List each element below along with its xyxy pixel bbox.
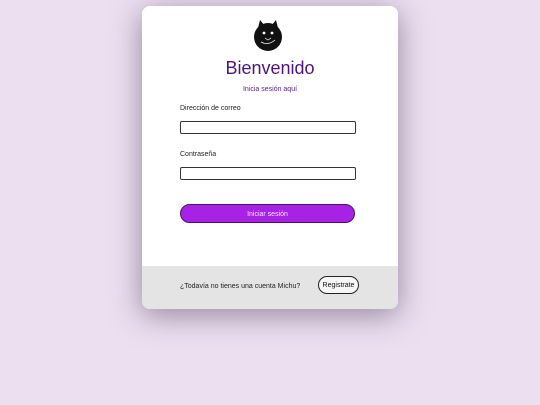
- register-button[interactable]: Registrate: [318, 276, 359, 294]
- email-label: Dirección de correo: [180, 105, 241, 112]
- page-title: Bienvenido: [225, 58, 315, 78]
- password-field[interactable]: [180, 167, 356, 180]
- login-card: Bienvenido Inicia sesión aquí Dirección …: [142, 6, 398, 309]
- register-footer: ¿Todavía no tienes una cuenta Michu? Reg…: [142, 266, 398, 309]
- password-label: Contraseña: [180, 151, 217, 158]
- login-button[interactable]: Iniciar sesión: [180, 204, 355, 223]
- login-subtitle: Inicia sesión aquí: [242, 86, 298, 93]
- black-cat-icon: [254, 20, 282, 51]
- email-field[interactable]: [180, 121, 356, 134]
- register-prompt: ¿Todavía no tienes una cuenta Michu?: [180, 283, 301, 290]
